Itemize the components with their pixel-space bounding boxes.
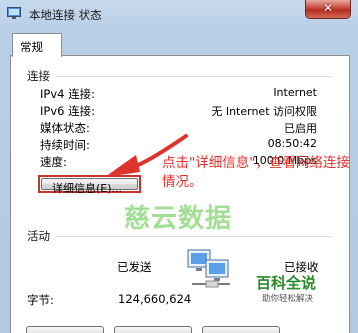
ipv6-value: 无 Internet 访问权限 (211, 105, 317, 118)
window-title: 本地连接 状态 (29, 8, 102, 22)
connection-heading: 连接 (27, 69, 50, 83)
details-button[interactable]: 详细信息(E)... (38, 175, 141, 195)
annotation-text: 点击"详细信息"，查看网络连接情况。 (162, 155, 350, 190)
watermark: 慈云数据 (124, 204, 233, 234)
disable-button[interactable] (114, 326, 192, 333)
diagnose-button[interactable] (202, 326, 280, 333)
tab-general[interactable]: 常规 (12, 33, 62, 57)
details-button-label: 详细信息(E)... (52, 182, 123, 195)
duration-label: 持续时间: (40, 138, 90, 152)
ipv4-label: IPv4 连接: (40, 87, 95, 101)
properties-button[interactable] (26, 326, 104, 333)
ipv6-label: IPv6 连接: (40, 104, 95, 118)
bytes-sent-value: 124,660,624 (118, 292, 192, 306)
network-adapter-icon (7, 7, 21, 19)
tab-general-label: 常规 (20, 40, 43, 54)
activity-divider (56, 236, 332, 237)
title-bar[interactable]: 本地连接 状态 ✕ (0, 0, 358, 28)
media-state-label: 媒体状态: (40, 121, 90, 135)
bytes-label: 字节: (27, 293, 54, 307)
close-icon: ✕ (322, 1, 334, 15)
activity-heading: 活动 (27, 229, 50, 243)
sent-label: 已发送 (117, 260, 152, 274)
baike-badge-subtitle: 助你轻松解决 (262, 294, 314, 304)
status-window: 本地连接 状态 ✕ 常规 连接 IPv4 连接: Internet IPv6 连… (0, 0, 358, 333)
speed-label: 速度: (40, 155, 67, 169)
details-button-face: 详细信息(E)... (41, 178, 138, 195)
baike-badge-title: 百科全说 (256, 274, 317, 292)
network-computers-icon (187, 249, 230, 288)
duration-value: 08:50:42 (267, 137, 317, 150)
media-state-value: 已启用 (284, 122, 317, 135)
ipv4-value: Internet (273, 86, 317, 99)
connection-divider (56, 76, 332, 77)
close-button[interactable]: ✕ (305, 0, 351, 19)
